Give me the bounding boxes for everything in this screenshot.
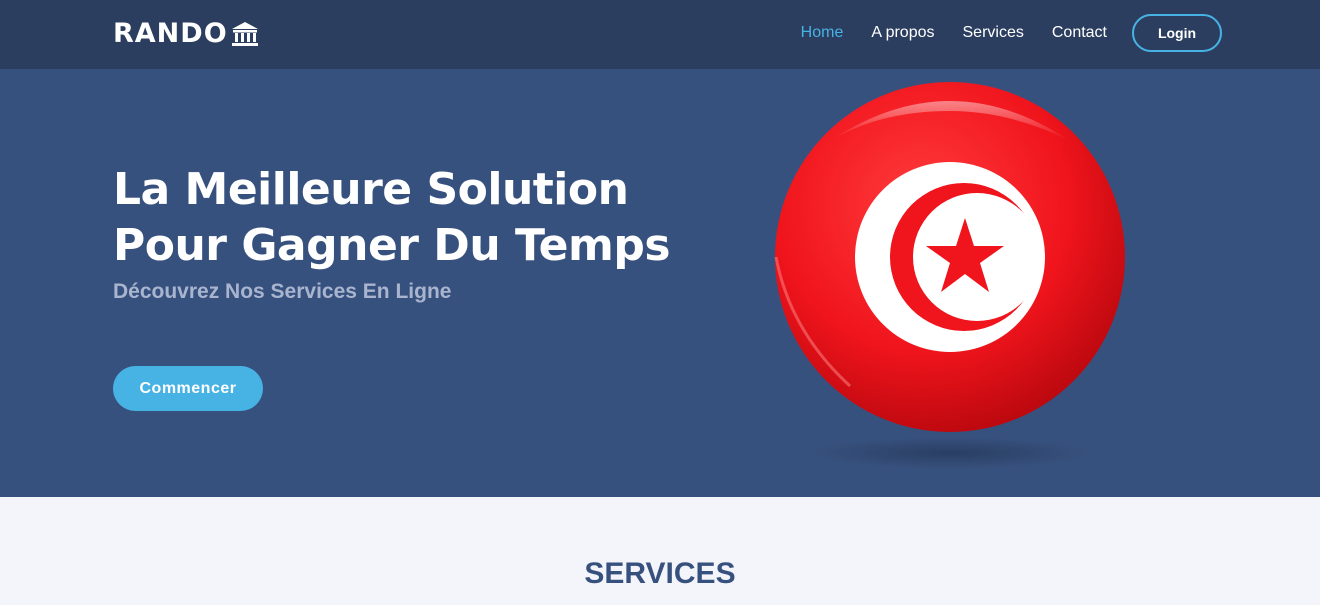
login-button[interactable]: Login [1132,14,1222,52]
hero-subtitle: Découvrez Nos Services En Ligne [113,280,452,303]
nav-link-contact[interactable]: Contact [1052,24,1107,42]
navbar: RANDO Home A propos Services Contact Log… [0,0,1320,69]
brand-logo[interactable]: RANDO [113,18,260,49]
hero-title: La Meilleure Solution Pour Gagner Du Tem… [113,162,673,274]
tunisia-flag-ball-icon [770,81,1132,481]
start-button[interactable]: Commencer [113,366,263,411]
hero-title-line1: La Meilleure Solution [113,164,629,215]
nav-link-a-propos[interactable]: A propos [871,24,934,42]
bank-icon [230,19,260,49]
nav-link-services[interactable]: Services [963,24,1024,42]
nav-menu: Home A propos Services Contact Login [773,14,1222,52]
hero-title-line2: Pour Gagner Du Temps [113,220,671,271]
brand-name: RANDO [113,18,228,49]
services-title: SERVICES [584,557,736,590]
nav-link-home[interactable]: Home [801,24,844,42]
hero-section: La Meilleure Solution Pour Gagner Du Tem… [0,69,1320,497]
